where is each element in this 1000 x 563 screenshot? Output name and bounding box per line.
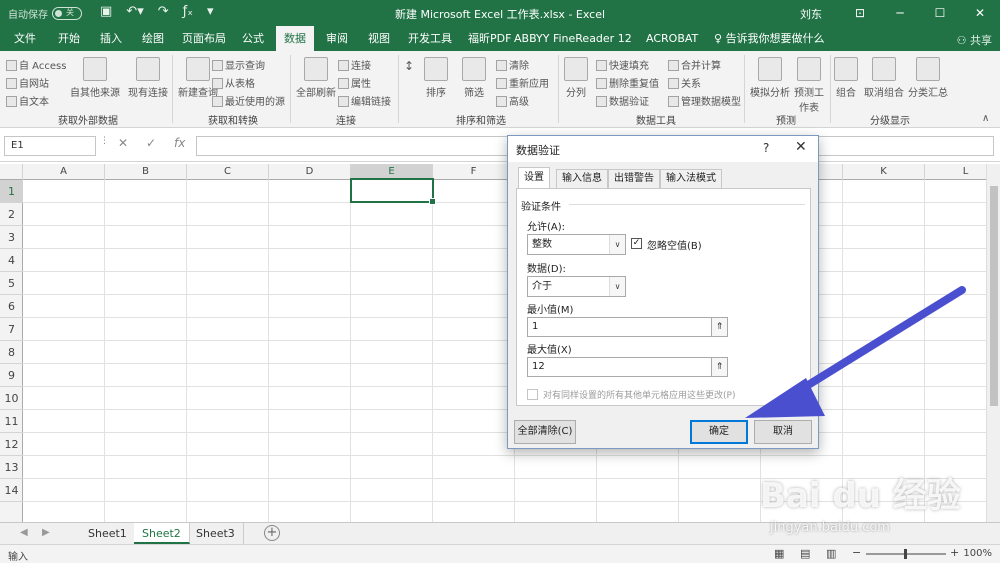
watermark-url: jingyan.baidu.com bbox=[770, 520, 890, 535]
watermark-logo: Bai du 经验 bbox=[760, 476, 961, 516]
baidu-watermark: Bai du 经验 jingyan.baidu.com bbox=[760, 458, 990, 558]
arrow-shaft bbox=[788, 286, 966, 399]
